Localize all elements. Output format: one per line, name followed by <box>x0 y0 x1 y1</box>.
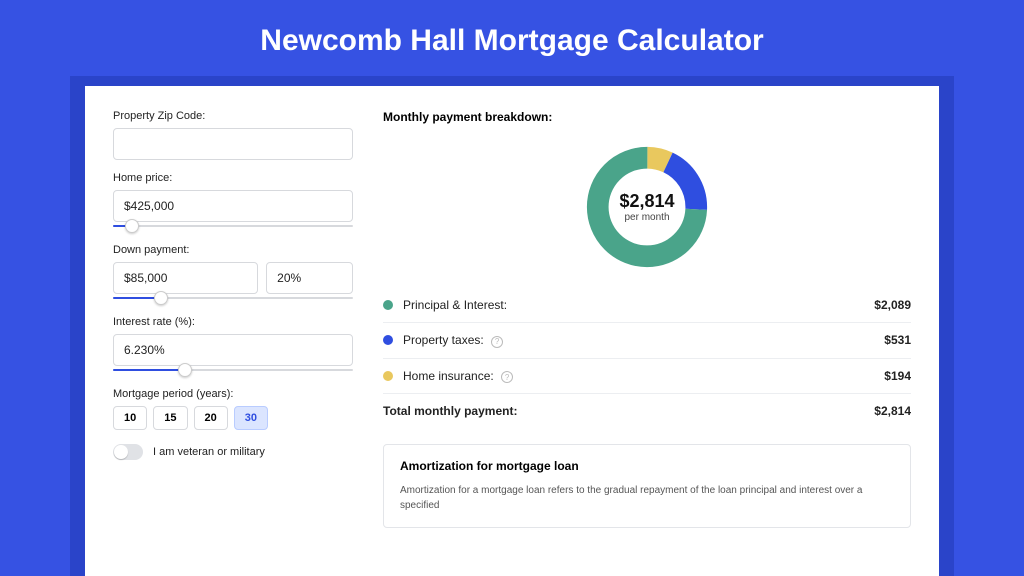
total-value: $2,814 <box>874 404 911 418</box>
rate-slider-thumb <box>178 363 192 377</box>
legend-value: $531 <box>884 333 911 347</box>
total-row: Total monthly payment: $2,814 <box>383 394 911 428</box>
veteran-toggle[interactable] <box>113 444 143 460</box>
zip-label: Property Zip Code: <box>113 110 353 122</box>
down-percent-input[interactable] <box>266 262 353 294</box>
veteran-row: I am veteran or military <box>113 444 353 460</box>
amort-title: Amortization for mortgage loan <box>400 459 894 473</box>
donut-center: $2,814 per month <box>582 142 712 272</box>
amort-text: Amortization for a mortgage loan refers … <box>400 483 894 513</box>
zip-field-group: Property Zip Code: <box>113 110 353 160</box>
legend-label: Principal & Interest: <box>403 298 874 312</box>
legend-dot-icon <box>383 300 393 310</box>
legend-dot-icon <box>383 335 393 345</box>
period-button-10[interactable]: 10 <box>113 406 147 430</box>
donut-chart: $2,814 per month <box>582 142 712 272</box>
down-slider-thumb <box>154 291 168 305</box>
down-label: Down payment: <box>113 244 353 256</box>
down-field-group: Down payment: <box>113 244 353 304</box>
period-field-group: Mortgage period (years): 1015 2030 <box>113 388 353 430</box>
info-icon[interactable]: ? <box>501 371 513 383</box>
breakdown-title: Monthly payment breakdown: <box>383 110 911 124</box>
price-slider-thumb <box>125 219 139 233</box>
down-amount-input[interactable] <box>113 262 258 294</box>
period-label: Mortgage period (years): <box>113 388 353 400</box>
donut-wrap: $2,814 per month <box>383 136 911 288</box>
legend-row-0: Principal & Interest:$2,089 <box>383 288 911 323</box>
legend: Principal & Interest:$2,089Property taxe… <box>383 288 911 394</box>
info-icon[interactable]: ? <box>491 336 503 348</box>
price-label: Home price: <box>113 172 353 184</box>
legend-value: $2,089 <box>874 298 911 312</box>
down-slider[interactable] <box>113 292 353 304</box>
donut-sub: per month <box>624 212 669 223</box>
legend-label: Home insurance: ? <box>403 369 884 384</box>
page-title: Newcomb Hall Mortgage Calculator <box>0 0 1024 76</box>
legend-dot-icon <box>383 371 393 381</box>
legend-value: $194 <box>884 369 911 383</box>
legend-row-1: Property taxes: ?$531 <box>383 323 911 359</box>
inputs-column: Property Zip Code: Home price: Down paym… <box>113 110 353 552</box>
veteran-label: I am veteran or military <box>153 446 265 458</box>
period-buttons: 1015 2030 <box>113 406 353 430</box>
veteran-toggle-knob <box>114 445 128 459</box>
total-label: Total monthly payment: <box>383 404 874 418</box>
card-shadow: Property Zip Code: Home price: Down paym… <box>70 76 954 576</box>
price-field-group: Home price: <box>113 172 353 232</box>
period-button-30[interactable]: 30 <box>234 406 268 430</box>
rate-label: Interest rate (%): <box>113 316 353 328</box>
price-input[interactable] <box>113 190 353 222</box>
amortization-box: Amortization for mortgage loan Amortizat… <box>383 444 911 528</box>
rate-field-group: Interest rate (%): <box>113 316 353 376</box>
calculator-card: Property Zip Code: Home price: Down paym… <box>85 86 939 576</box>
rate-slider-fill <box>113 369 185 371</box>
breakdown-column: Monthly payment breakdown: $2,814 per mo… <box>383 110 911 552</box>
legend-row-2: Home insurance: ?$194 <box>383 359 911 395</box>
rate-input[interactable] <box>113 334 353 366</box>
zip-input[interactable] <box>113 128 353 160</box>
period-button-20[interactable]: 20 <box>194 406 228 430</box>
legend-label: Property taxes: ? <box>403 333 884 348</box>
price-slider[interactable] <box>113 220 353 232</box>
rate-slider[interactable] <box>113 364 353 376</box>
donut-amount: $2,814 <box>619 191 674 212</box>
period-button-15[interactable]: 15 <box>153 406 187 430</box>
